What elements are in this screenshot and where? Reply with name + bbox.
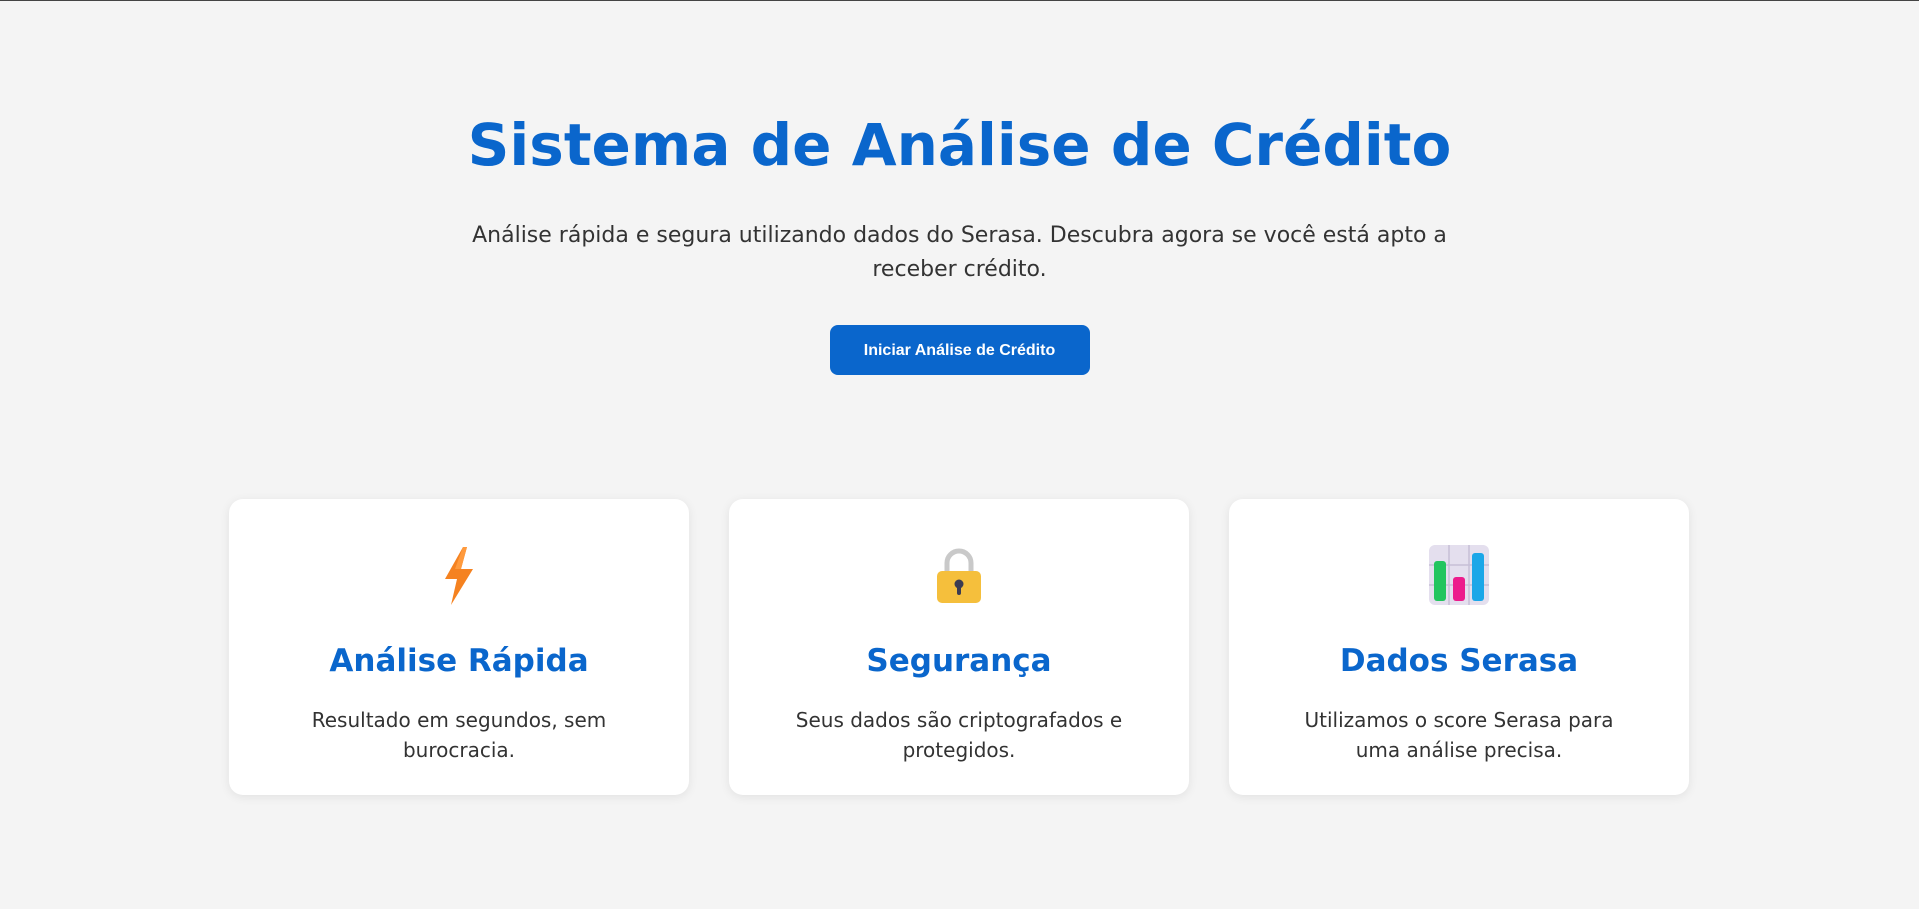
feature-description: Utilizamos o score Serasa para uma análi… (1304, 708, 1614, 762)
feature-description: Resultado em segundos, sem burocracia. (311, 708, 607, 762)
feature-title: Segurança (866, 643, 1052, 679)
feature-card-serasa-data: Dados Serasa Utilizamos o score Serasa p… (1229, 499, 1689, 795)
start-credit-analysis-button[interactable]: Iniciar Análise de Crédito (829, 325, 1090, 375)
lightning-icon (445, 547, 473, 605)
hero-section: Sistema de Análise de Crédito Análise rá… (0, 1, 1919, 375)
feature-description: Seus dados são criptografados e protegid… (795, 708, 1123, 762)
features-section: Análise Rápida Resultado em segundos, se… (229, 499, 1689, 795)
feature-card-security: Segurança Seus dados são criptografados … (729, 499, 1189, 795)
feature-card-fast-analysis: Análise Rápida Resultado em segundos, se… (229, 499, 689, 795)
feature-title: Dados Serasa (1339, 643, 1579, 679)
feature-title: Análise Rápida (329, 643, 589, 679)
hero-subtitle: Análise rápida e segura utilizando dados… (472, 223, 1447, 282)
lock-icon (937, 548, 981, 603)
bar-chart-icon (1429, 545, 1489, 605)
page-title: Sistema de Análise de Crédito (467, 111, 1452, 179)
